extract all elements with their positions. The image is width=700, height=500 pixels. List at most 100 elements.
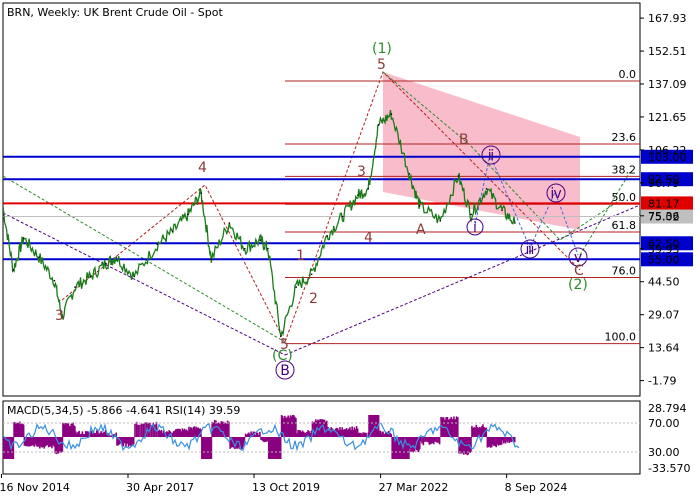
price-point (22, 237, 25, 239)
fib-level-label: 76.0 (612, 264, 637, 277)
price-point (12, 269, 15, 271)
macd-bar (390, 434, 393, 437)
macd-bar (134, 423, 136, 437)
fib-level-label: 38.2 (612, 163, 637, 176)
x-tick-label: 13 Oct 2019 (252, 481, 320, 494)
price-point (408, 173, 411, 175)
macd-bar (427, 437, 429, 443)
price-point (485, 188, 488, 190)
price-point (357, 194, 359, 197)
macd-bar (12, 437, 15, 459)
y-tick-label: 152.51 (648, 45, 687, 58)
wave-label-3-inner: 3 (357, 164, 366, 180)
macd-bar (22, 424, 25, 437)
chart-window: 0.0 23.6 38.2 50.0 61.8 76.0 100.0 103.00 92.50… (0, 0, 700, 500)
fib-level-label: 23.6 (612, 131, 637, 144)
wave-label-5-top: 5 (377, 57, 386, 73)
svg-text:ⅱ: ⅱ (488, 148, 494, 164)
macd-bar (61, 437, 64, 452)
macd-bar (513, 437, 516, 443)
wave-label-B: B (459, 132, 469, 148)
macd-bar (139, 424, 141, 437)
price-point (171, 230, 174, 233)
price-point (295, 286, 298, 288)
y-tick-label: 90.79 (648, 177, 680, 190)
macd-bar (140, 423, 143, 437)
y-tick-label: -1.79 (648, 375, 676, 388)
macd-bar (428, 437, 431, 445)
ind-tick-top: 28.794 (648, 402, 687, 415)
fib-level-label: 61.8 (612, 219, 637, 232)
price-point (200, 192, 202, 194)
y-tick-label: 13.64 (648, 342, 680, 355)
wave-label-1: 1 (296, 248, 305, 264)
indicator-title: MACD(5,34,5) -5.866 -4.641 RSI(14) 39.59 (7, 404, 240, 417)
macd-bar (435, 437, 438, 443)
macd-bar (421, 437, 423, 444)
price-point (439, 220, 442, 222)
svg-text:ⅳ: ⅳ (550, 186, 561, 202)
wave-label-A: A (416, 222, 426, 238)
ind-tick-bottom: -33.570 (648, 462, 690, 475)
fib-level-label: 0.0 (619, 68, 637, 81)
y-tick-label: 44.50 (648, 276, 680, 289)
wave-label-3: 3 (55, 308, 64, 324)
y-tick-label: 137.09 (648, 78, 687, 91)
svg-text:B: B (280, 363, 290, 379)
macd-bar (432, 437, 435, 445)
fib-level-label: 100.0 (605, 331, 637, 344)
ind-tick-30: 30.00 (648, 446, 680, 459)
macd-bar (132, 437, 135, 445)
level-price-label: 81.17 (648, 197, 680, 210)
time-axis: 16 Nov 2014 30 Apr 2017 13 Oct 2019 27 Mar … (0, 474, 567, 494)
macd-bar (429, 437, 432, 445)
macd-bar (470, 437, 472, 453)
macd-bar (485, 427, 488, 437)
price-point (470, 213, 472, 216)
macd-bar (259, 431, 261, 437)
price-point (367, 188, 370, 190)
price-point (53, 279, 56, 282)
macd-bar (422, 437, 425, 446)
price-point (501, 209, 503, 211)
price-point (267, 247, 269, 250)
price-point (418, 205, 421, 207)
svg-text:ⅰ: ⅰ (473, 220, 477, 236)
y-tick-label: 75.36 (648, 210, 680, 223)
y-tick-label: 106.22 (648, 144, 687, 157)
macd-bar (419, 437, 422, 442)
wave-label-2: 2 (309, 291, 318, 307)
macd-bar (142, 423, 145, 437)
price-point (377, 123, 380, 126)
price-point (457, 175, 460, 177)
y-tick-label: 29.07 (648, 309, 680, 322)
price-point (74, 286, 76, 288)
macd-bar (438, 437, 441, 445)
macd-bar (425, 437, 428, 442)
fib-level-label: 50.0 (612, 191, 637, 204)
price-point (133, 275, 135, 278)
macd-bar (437, 437, 439, 443)
macd-bar (431, 437, 434, 444)
price-chart: 0.023.638.250.061.876.0100.0 103.0092.50… (0, 2, 693, 494)
macd-bar (135, 421, 138, 437)
svg-text:ⅲ: ⅲ (526, 242, 535, 258)
price-point (310, 273, 313, 276)
price-point (105, 262, 107, 265)
price-point (38, 256, 40, 258)
macd-bar (424, 437, 426, 442)
price-point (115, 256, 117, 258)
wave-label-4: 4 (198, 160, 207, 176)
wave-label-2-paren: (2) (568, 277, 588, 293)
price-point (390, 113, 393, 115)
chart-title: BRN, Weekly: UK Brent Crude Oil - Spot (7, 6, 224, 19)
price-point (156, 243, 159, 246)
y-tick-label: 59.93 (648, 243, 680, 256)
wave-label-4-inner: 4 (364, 230, 373, 246)
price-point (259, 239, 262, 241)
price-point (89, 275, 92, 278)
macd-bar (279, 437, 282, 459)
price-point (228, 222, 231, 224)
indicator-axis: 28.794 70.00 30.00 -33.570 (648, 402, 690, 475)
macd-bar (228, 421, 230, 437)
